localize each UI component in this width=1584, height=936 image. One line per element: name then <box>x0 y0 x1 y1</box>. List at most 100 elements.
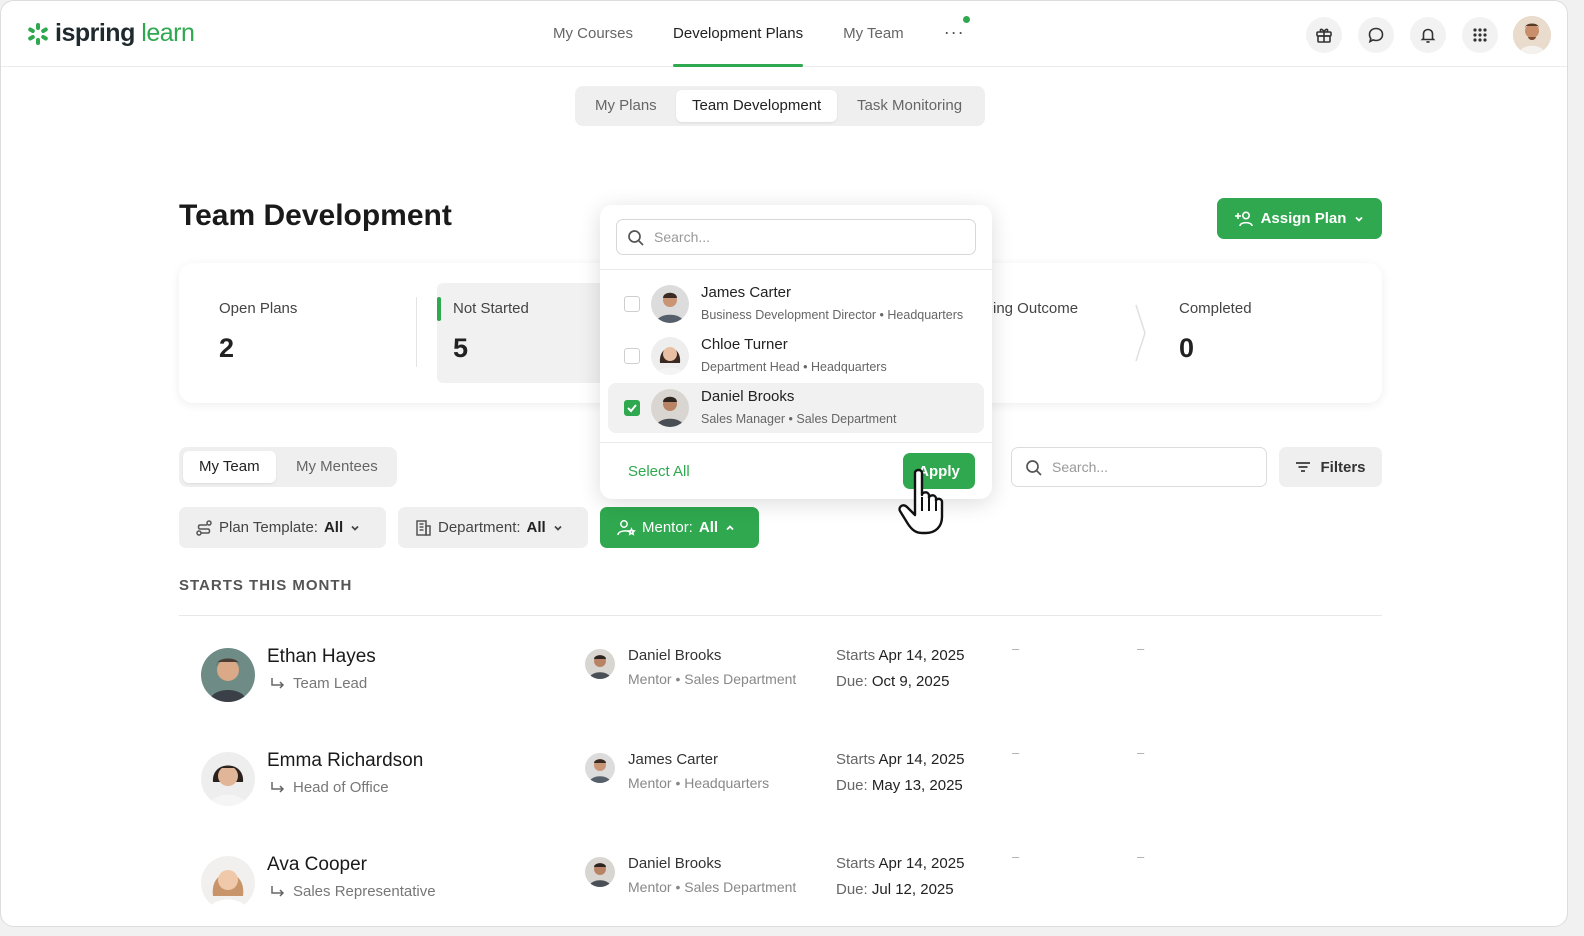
empty-value: – <box>1137 641 1145 656</box>
mentor-option-subtitle: Business Development Director • Headquar… <box>701 308 964 322</box>
mentor-avatar <box>585 649 615 679</box>
avatar <box>651 337 689 375</box>
stat-not-started-label: Not Started <box>453 300 529 317</box>
employee-name[interactable]: Emma Richardson <box>267 750 423 772</box>
stage-chevron-icon <box>1135 304 1146 362</box>
tab-my-mentees[interactable]: My Mentees <box>280 451 394 483</box>
mentor-option-subtitle: Sales Manager • Sales Department <box>701 412 897 426</box>
filters-button[interactable]: Filters <box>1279 447 1382 487</box>
building-icon <box>416 519 431 536</box>
avatar <box>201 648 255 702</box>
subordinate-arrow-icon <box>271 886 285 897</box>
logo-icon <box>27 22 49 45</box>
mentor-option-selected[interactable]: Daniel Brooks Sales Manager • Sales Depa… <box>608 383 984 433</box>
team-tabs: My Team My Mentees <box>179 447 397 487</box>
add-user-icon <box>1234 210 1253 226</box>
table-row[interactable]: Ava Cooper Sales Representative Daniel B… <box>179 849 1382 926</box>
stat-not-started-value: 5 <box>453 333 469 363</box>
mentor-search-placeholder: Search... <box>654 229 711 245</box>
employee-name[interactable]: Ethan Hayes <box>267 646 376 668</box>
dropdown-divider <box>600 442 992 443</box>
mentor-option[interactable]: Chloe Turner Department Head • Headquart… <box>608 331 984 381</box>
subordinate-arrow-icon <box>271 782 285 793</box>
mentor-filter[interactable]: Mentor: All <box>600 507 759 548</box>
tab-my-plans[interactable]: My Plans <box>579 90 673 122</box>
employee-role: Sales Representative <box>293 883 436 900</box>
nav-development-plans[interactable]: Development Plans <box>673 1 804 67</box>
filter-icon <box>1296 462 1311 472</box>
mentor-avatar <box>585 753 615 783</box>
checkbox[interactable] <box>624 296 640 312</box>
empty-value: – <box>1137 745 1145 760</box>
dropdown-divider <box>600 269 992 270</box>
stat-outcome-label: ing Outcome <box>993 300 1079 317</box>
nav-my-team[interactable]: My Team <box>843 1 904 67</box>
bell-icon[interactable] <box>1410 17 1446 53</box>
table-row[interactable]: Emma Richardson Head of Office James Car… <box>179 745 1382 849</box>
checkbox-checked[interactable] <box>624 400 640 416</box>
stat-not-started-marker <box>437 297 441 321</box>
avatar <box>201 856 255 910</box>
empty-value: – <box>1137 849 1145 864</box>
start-date: Starts Apr 14, 2025 <box>836 751 965 768</box>
chevron-down-icon <box>1355 216 1364 222</box>
checkbox[interactable] <box>624 348 640 364</box>
tab-team-development[interactable]: Team Development <box>676 90 838 122</box>
due-date: Due: Oct 9, 2025 <box>836 673 950 690</box>
search-icon <box>1026 460 1042 476</box>
empty-value: – <box>1012 745 1020 760</box>
mentor-subtitle: Mentor • Headquarters <box>628 775 770 791</box>
main-nav: My Courses Development Plans My Team ··· <box>553 1 965 67</box>
notification-dot <box>963 16 970 23</box>
due-date: Due: Jul 12, 2025 <box>836 881 954 898</box>
chat-icon[interactable] <box>1358 17 1394 53</box>
mentor-option-subtitle: Department Head • Headquarters <box>701 360 887 374</box>
department-filter[interactable]: Department: All <box>398 507 588 548</box>
section-divider <box>179 615 1382 616</box>
avatar <box>201 752 255 806</box>
stat-completed-label: Completed <box>1179 300 1252 317</box>
employee-name[interactable]: Ava Cooper <box>267 854 367 876</box>
mentor-name: Daniel Brooks <box>628 855 722 872</box>
stat-divider <box>416 297 417 367</box>
mentor-option-name: Daniel Brooks <box>701 388 795 405</box>
route-icon <box>196 519 212 536</box>
assign-plan-label: Assign Plan <box>1260 210 1347 227</box>
hand-cursor-icon <box>898 468 944 535</box>
stat-open-plans-value: 2 <box>219 333 235 363</box>
nav-more-button[interactable]: ··· <box>944 1 965 67</box>
nav-my-courses[interactable]: My Courses <box>553 1 633 67</box>
mentor-name: James Carter <box>628 751 719 768</box>
mentor-icon <box>617 519 636 536</box>
department-filter-label: Department: <box>438 519 521 536</box>
apps-grid-icon[interactable] <box>1462 17 1498 53</box>
tab-my-team[interactable]: My Team <box>183 451 276 483</box>
assign-plan-button[interactable]: Assign Plan <box>1217 198 1382 239</box>
team-search-input[interactable]: Search... <box>1011 447 1267 487</box>
employee-role: Team Lead <box>293 675 368 692</box>
mentor-option[interactable]: James Carter Business Development Direct… <box>608 279 984 329</box>
app-window: ispring learn My Courses Development Pla… <box>0 0 1568 927</box>
mentor-option-name: James Carter <box>701 284 792 301</box>
avatar <box>651 389 689 427</box>
top-navigation-bar: ispring learn My Courses Development Pla… <box>1 1 1567 67</box>
search-placeholder: Search... <box>1052 459 1109 475</box>
plan-template-filter[interactable]: Plan Template: All <box>179 507 386 548</box>
stat-completed-value: 0 <box>1179 333 1195 363</box>
select-all-link[interactable]: Select All <box>628 463 690 480</box>
avatar <box>651 285 689 323</box>
section-heading: STARTS THIS MONTH <box>179 577 353 594</box>
start-date: Starts Apr 14, 2025 <box>836 855 965 872</box>
app-logo[interactable]: ispring learn <box>27 19 195 48</box>
logo-wordmark: ispring learn <box>55 19 195 47</box>
mentor-option-name: Chloe Turner <box>701 336 788 353</box>
table-row[interactable]: Ethan Hayes Team Lead Daniel Brooks Ment… <box>179 641 1382 745</box>
user-avatar[interactable] <box>1513 16 1551 54</box>
search-icon <box>628 230 644 246</box>
empty-value: – <box>1012 641 1020 656</box>
mentor-search-input[interactable]: Search... <box>616 219 976 255</box>
tab-task-monitoring[interactable]: Task Monitoring <box>841 90 978 122</box>
plan-template-filter-value: All <box>323 519 344 536</box>
check-icon <box>627 404 637 413</box>
gift-icon[interactable] <box>1306 17 1342 53</box>
